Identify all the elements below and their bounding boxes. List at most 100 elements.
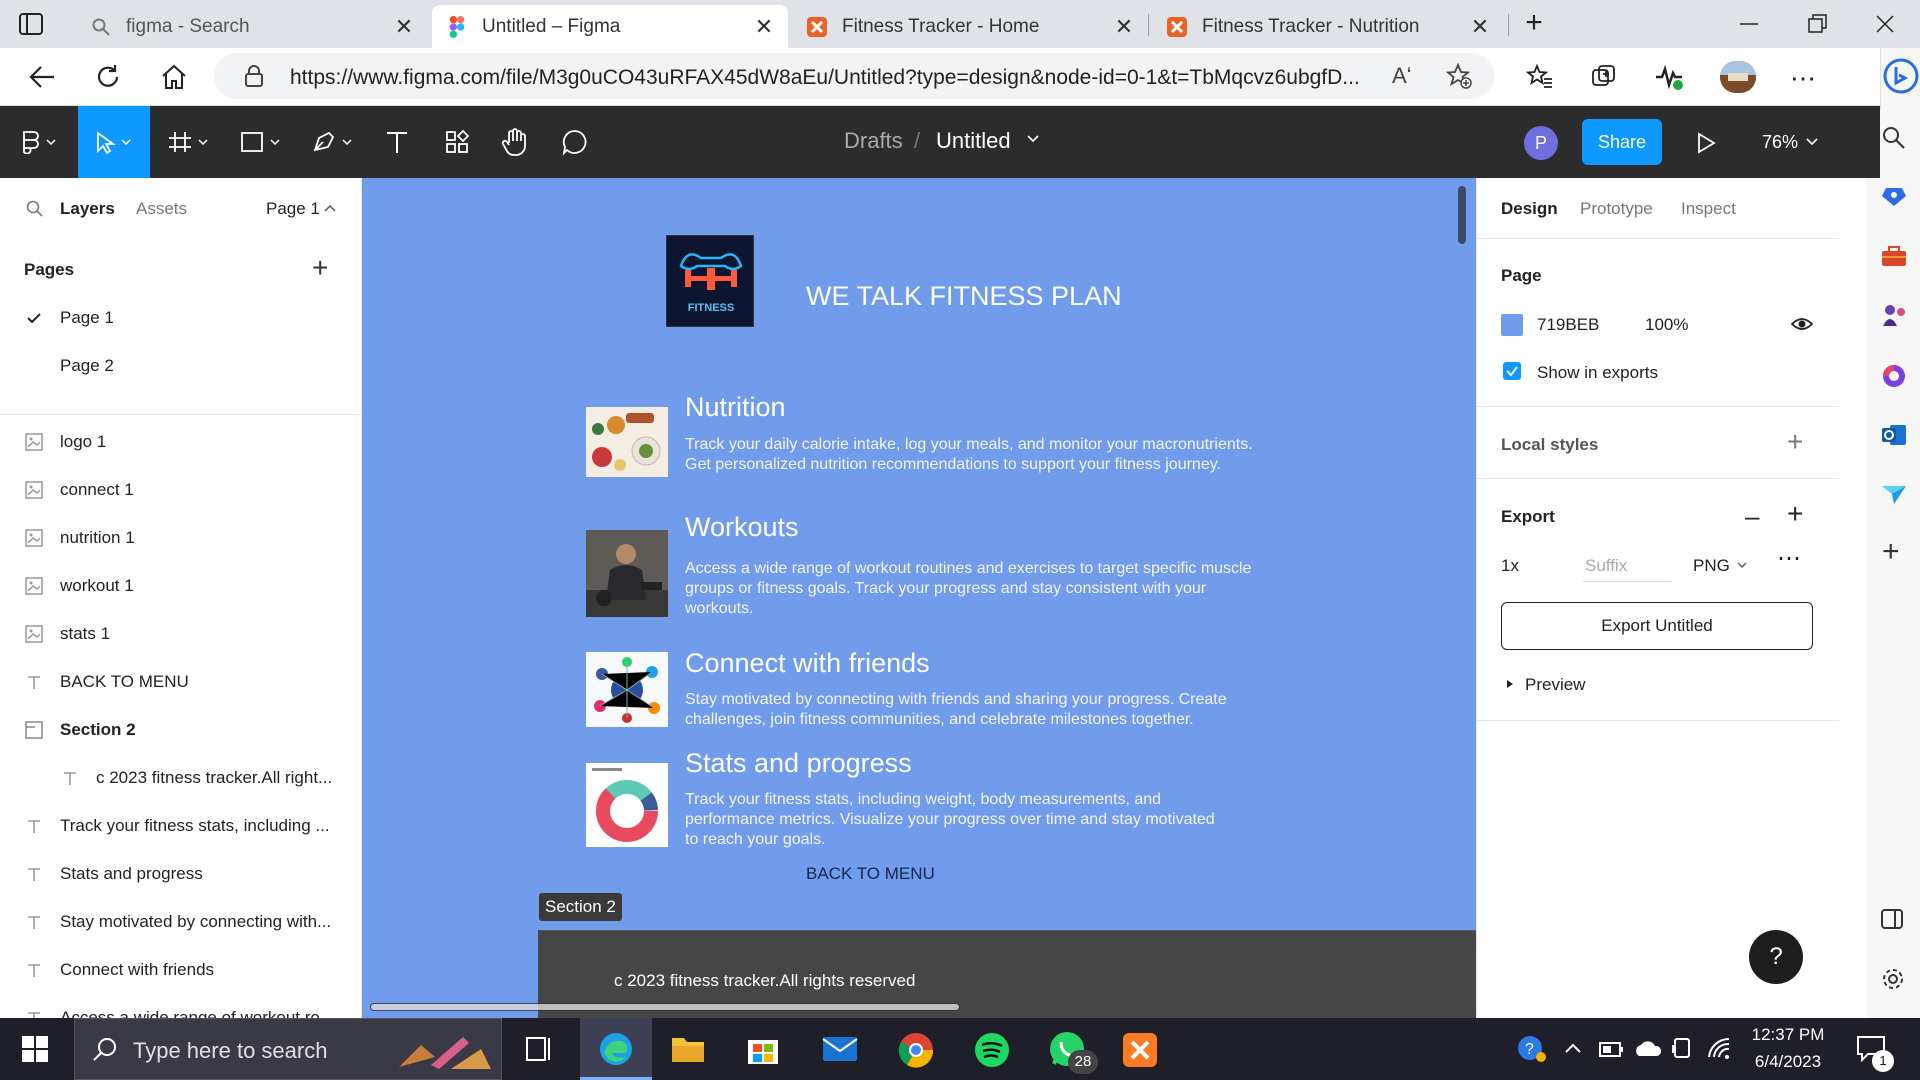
lock-icon[interactable]: [244, 65, 264, 87]
tab-assets[interactable]: Assets: [136, 199, 187, 219]
page-selector[interactable]: Page 1: [266, 199, 320, 219]
chevron-up-icon[interactable]: [1564, 1042, 1582, 1054]
home-icon[interactable]: [160, 63, 188, 91]
page-color-swatch[interactable]: [1501, 314, 1523, 336]
new-tab-button[interactable]: +: [1520, 8, 1548, 38]
tab-figma-search[interactable]: figma - Search ✕: [76, 5, 428, 48]
page-color-hex[interactable]: 719BEB: [1537, 315, 1599, 335]
more-menu-icon[interactable]: ⋯: [1790, 63, 1817, 94]
layer-item[interactable]: Section 2: [0, 706, 361, 754]
vertical-scrollbar[interactable]: [1458, 186, 1466, 244]
caret-right-icon[interactable]: [1505, 678, 1515, 690]
tab-fitness-nutrition[interactable]: Fitness Tracker - Nutrition ✕: [1152, 5, 1504, 48]
footer-text[interactable]: c 2023 fitness tracker.All rights reserv…: [614, 971, 915, 991]
avatar[interactable]: [1720, 61, 1756, 93]
text-tool[interactable]: [374, 106, 420, 178]
clock-time[interactable]: 12:37 PM: [1748, 1025, 1828, 1045]
section-body[interactable]: Track your daily calorie intake, log you…: [685, 435, 1253, 475]
favorites-icon[interactable]: [1526, 63, 1554, 91]
layer-item[interactable]: nutrition 1: [0, 514, 361, 562]
chevron-down-icon[interactable]: [1026, 134, 1040, 144]
add-icon[interactable]: +: [1882, 537, 1900, 567]
layer-item[interactable]: c 2023 fitness tracker.All right...: [0, 754, 361, 802]
nutrition-image[interactable]: [586, 407, 668, 477]
layer-item[interactable]: Access a wide range of workout ro...: [0, 994, 361, 1018]
minimize-button[interactable]: [1738, 12, 1760, 36]
tab-inspect[interactable]: Inspect: [1681, 199, 1736, 219]
canvas-title[interactable]: WE TALK FITNESS PLAN: [806, 281, 1122, 312]
add-export-button[interactable]: +: [1787, 500, 1803, 528]
tab-prototype[interactable]: Prototype: [1580, 199, 1653, 219]
shopping-icon[interactable]: [1880, 184, 1908, 208]
spotify-icon[interactable]: [974, 1032, 1010, 1068]
export-format[interactable]: PNG: [1693, 556, 1730, 576]
export-suffix-input[interactable]: Suffix: [1583, 546, 1671, 582]
remove-export-button[interactable]: –: [1745, 503, 1759, 529]
shape-tool[interactable]: [234, 106, 292, 178]
stats-image[interactable]: [586, 763, 668, 847]
windows-start-icon[interactable]: [22, 1036, 48, 1062]
restore-button[interactable]: [1806, 12, 1828, 36]
hand-tool[interactable]: [490, 106, 540, 178]
collections-icon[interactable]: [1590, 63, 1618, 91]
bing-chat-icon[interactable]: [1881, 52, 1920, 100]
workout-image[interactable]: [586, 530, 668, 617]
layer-item[interactable]: Stay motivated by connecting with...: [0, 898, 361, 946]
layer-item[interactable]: Connect with friends: [0, 946, 361, 994]
address-bar[interactable]: https://www.figma.com/file/M3g0uCO43uRFA…: [214, 53, 1494, 99]
page-item[interactable]: Page 1: [0, 294, 361, 342]
add-style-button[interactable]: +: [1787, 428, 1803, 456]
help-icon[interactable]: ?: [1516, 1034, 1548, 1064]
chrome-icon[interactable]: [898, 1032, 934, 1068]
main-menu-button[interactable]: [14, 106, 64, 178]
file-explorer-icon[interactable]: [670, 1032, 706, 1066]
sidebar-toggle-icon[interactable]: [1880, 908, 1904, 930]
move-tool[interactable]: [78, 106, 150, 178]
add-page-button[interactable]: +: [312, 254, 328, 282]
close-icon[interactable]: ✕: [754, 14, 774, 40]
search-icon[interactable]: [26, 200, 44, 218]
export-scale[interactable]: 1x: [1501, 556, 1519, 576]
battery-icon[interactable]: [1598, 1038, 1626, 1060]
breadcrumb-parent[interactable]: Drafts: [844, 128, 903, 154]
close-window-button[interactable]: [1874, 12, 1896, 36]
section-heading[interactable]: Stats and progress: [685, 748, 912, 779]
page-item[interactable]: Page 2: [0, 342, 361, 390]
section-body[interactable]: Access a wide range of workout routines …: [685, 559, 1252, 619]
export-settings-icon[interactable]: ⋯: [1777, 544, 1802, 573]
avatar[interactable]: P: [1524, 126, 1558, 160]
tools-icon[interactable]: [1880, 244, 1908, 268]
connect-image[interactable]: [586, 652, 668, 727]
close-icon[interactable]: ✕: [394, 14, 414, 40]
tab-fitness-home[interactable]: Fitness Tracker - Home ✕: [792, 5, 1148, 48]
preview-toggle[interactable]: Preview: [1525, 675, 1585, 695]
show-in-exports-checkbox[interactable]: [1503, 362, 1521, 380]
back-icon[interactable]: [28, 64, 56, 90]
export-button[interactable]: Export Untitled: [1501, 602, 1813, 650]
section-body[interactable]: Stay motivated by connecting with friend…: [685, 690, 1227, 730]
taskbar-edge-button[interactable]: [580, 1018, 652, 1080]
layer-item[interactable]: connect 1: [0, 466, 361, 514]
refresh-icon[interactable]: [94, 63, 122, 91]
resources-tool[interactable]: [434, 106, 480, 178]
logo-image[interactable]: FITNESS: [666, 235, 754, 327]
extension-icon[interactable]: [1654, 63, 1684, 91]
share-button[interactable]: Share: [1582, 119, 1662, 165]
clock-date[interactable]: 6/4/2023: [1748, 1052, 1828, 1072]
layer-item[interactable]: Track your fitness stats, including ...: [0, 802, 361, 850]
design-canvas[interactable]: FITNESS WE TALK FITNESS PLAN Nutrition T…: [362, 178, 1476, 1018]
outlook-icon[interactable]: [1880, 422, 1908, 448]
section-body[interactable]: Track your fitness stats, including weig…: [685, 790, 1215, 850]
tab-design[interactable]: Design: [1501, 199, 1558, 219]
section-heading[interactable]: Nutrition: [685, 392, 786, 423]
back-to-menu-link[interactable]: BACK TO MENU: [806, 864, 935, 884]
device-icon[interactable]: [1670, 1036, 1694, 1060]
tab-figma-untitled[interactable]: Untitled – Figma ✕: [432, 5, 788, 48]
comment-tool[interactable]: [550, 106, 600, 178]
eye-icon[interactable]: [1791, 316, 1813, 332]
section-heading[interactable]: Workouts: [685, 512, 799, 543]
microsoft-store-icon[interactable]: [746, 1032, 780, 1066]
section-label[interactable]: Section 2: [539, 893, 622, 921]
games-icon[interactable]: [1880, 302, 1908, 328]
settings-icon[interactable]: [1880, 966, 1906, 992]
